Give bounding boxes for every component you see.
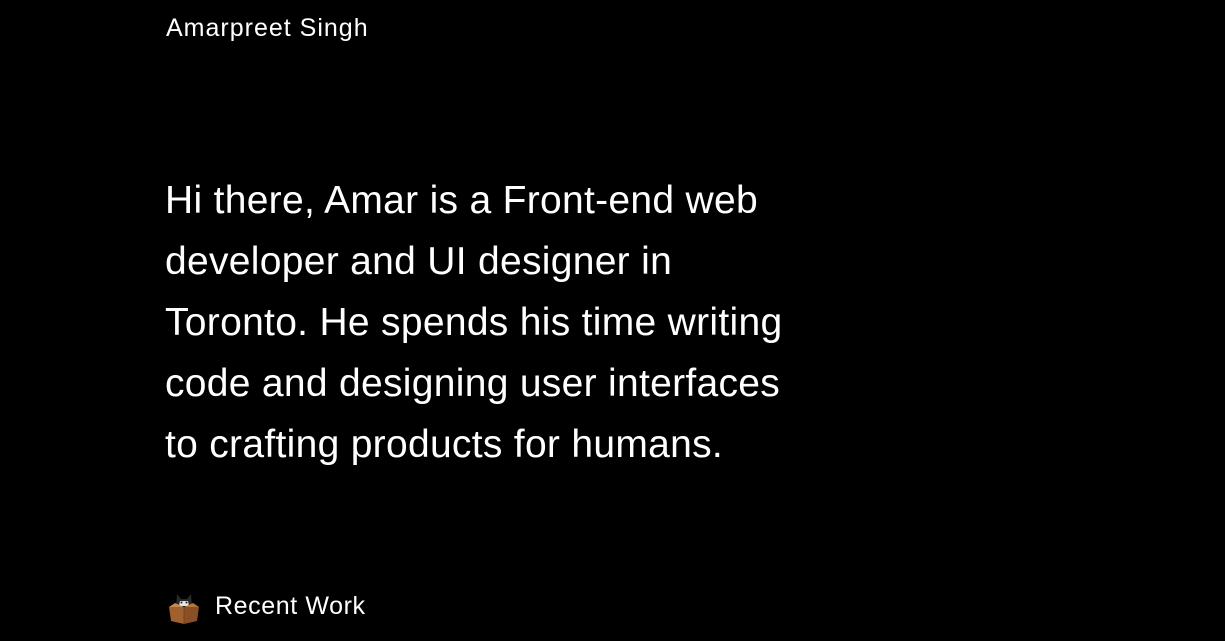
site-name-link[interactable]: Amarpreet Singh: [166, 13, 369, 43]
intro-line: developer and UI designer in: [165, 240, 673, 283]
intro-line: code and designing user interfaces: [165, 362, 781, 405]
recent-work-link[interactable]: Recent Work: [166, 586, 366, 626]
intro-line: Hi there, Amar is a Front-end web: [165, 179, 758, 222]
intro-line: Toronto. He spends his time writing: [165, 301, 783, 344]
intro-line: to crafting products for humans.: [165, 423, 724, 466]
intro-paragraph: Hi there, Amar is a Front-end web develo…: [165, 170, 865, 475]
cat-in-box-icon: [169, 594, 199, 624]
recent-work-label: Recent Work: [215, 592, 366, 620]
